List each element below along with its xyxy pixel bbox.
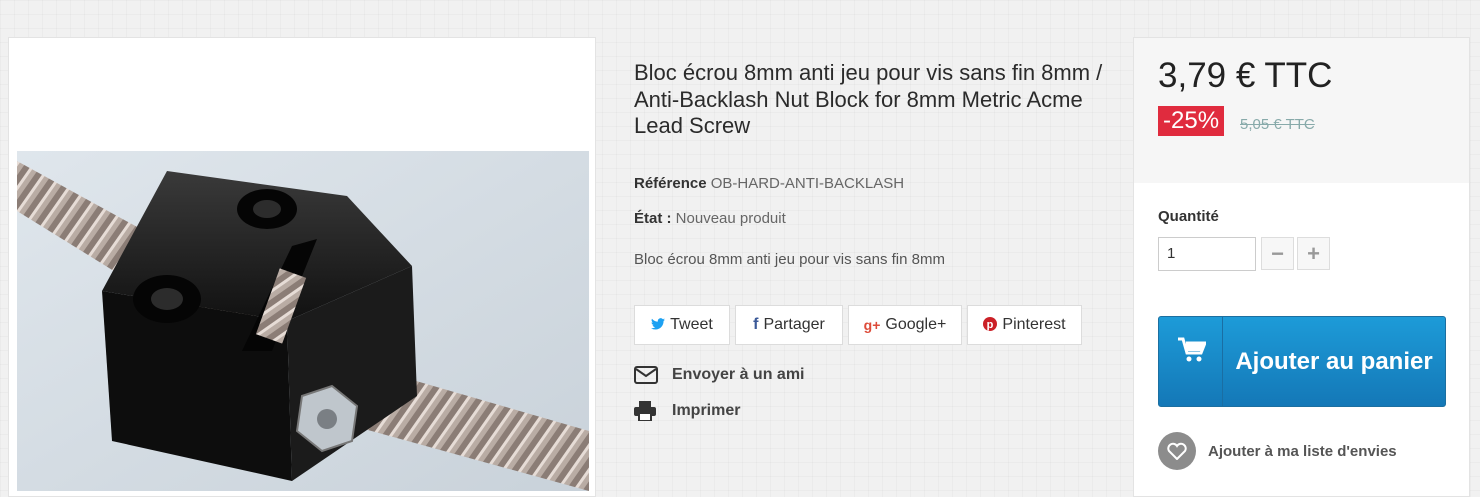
product-image-panel	[8, 37, 596, 497]
heart-icon	[1158, 432, 1196, 470]
tweet-label: Tweet	[670, 316, 713, 333]
cart-icon	[1178, 337, 1208, 368]
anti-backlash-nut-block-image	[17, 151, 589, 491]
short-description: Bloc écrou 8mm anti jeu pour vis sans fi…	[634, 251, 945, 268]
send-to-friend-link[interactable]: Envoyer à un ami	[634, 365, 805, 385]
old-price: 5,05 € TTC	[1240, 116, 1315, 133]
google-plus-icon: g+	[863, 317, 881, 333]
quantity-increase-button[interactable]: +	[1297, 237, 1330, 270]
add-to-wishlist-link[interactable]: Ajouter à ma liste d'envies	[1158, 432, 1397, 470]
google-plus-label: Google+	[885, 316, 947, 333]
google-plus-button[interactable]: g+ Google+	[848, 305, 962, 345]
facebook-label: Partager	[763, 316, 825, 333]
pinterest-button[interactable]: p Pinterest	[967, 305, 1082, 345]
product-photo[interactable]	[17, 151, 589, 491]
current-price: 3,79 € TTC	[1158, 56, 1333, 95]
envelope-icon	[634, 365, 660, 385]
add-to-cart-label: Ajouter au panier	[1235, 348, 1433, 375]
tweet-button[interactable]: Tweet	[634, 305, 730, 345]
price-box: 3,79 € TTC -25% 5,05 € TTC	[1134, 38, 1469, 183]
svg-text:p: p	[987, 319, 994, 331]
facebook-share-button[interactable]: f Partager	[735, 305, 843, 345]
condition-value: Nouveau produit	[675, 210, 786, 227]
facebook-icon: f	[753, 316, 759, 333]
send-to-friend-label: Envoyer à un ami	[672, 366, 805, 383]
product-info: Bloc écrou 8mm anti jeu pour vis sans fi…	[634, 60, 1114, 421]
reference-label: Référence	[634, 175, 707, 192]
quantity-decrease-button[interactable]: −	[1261, 237, 1294, 270]
condition-row: État : Nouveau produit	[634, 210, 786, 227]
reference-row: Référence OB-HARD-ANTI-BACKLASH	[634, 175, 904, 192]
print-link[interactable]: Imprimer	[634, 401, 740, 421]
add-to-cart-button[interactable]: Ajouter au panier	[1158, 316, 1446, 407]
pinterest-label: Pinterest	[1002, 316, 1066, 333]
product-title: Bloc écrou 8mm anti jeu pour vis sans fi…	[634, 60, 1103, 138]
buy-box: 3,79 € TTC -25% 5,05 € TTC Quantité 1 − …	[1133, 37, 1470, 497]
twitter-icon	[651, 317, 666, 333]
discount-badge: -25%	[1158, 106, 1225, 136]
condition-label: État :	[634, 210, 672, 227]
print-label: Imprimer	[672, 402, 741, 419]
reference-value: OB-HARD-ANTI-BACKLASH	[710, 175, 905, 192]
printer-icon	[634, 401, 660, 421]
pinterest-icon: p	[983, 316, 998, 334]
quantity-input[interactable]: 1	[1158, 237, 1256, 271]
wishlist-label: Ajouter à ma liste d'envies	[1208, 442, 1397, 460]
quantity-label: Quantité	[1158, 208, 1219, 225]
social-share-buttons: Tweet f Partager g+ Google+ p Pinterest	[634, 305, 1082, 345]
